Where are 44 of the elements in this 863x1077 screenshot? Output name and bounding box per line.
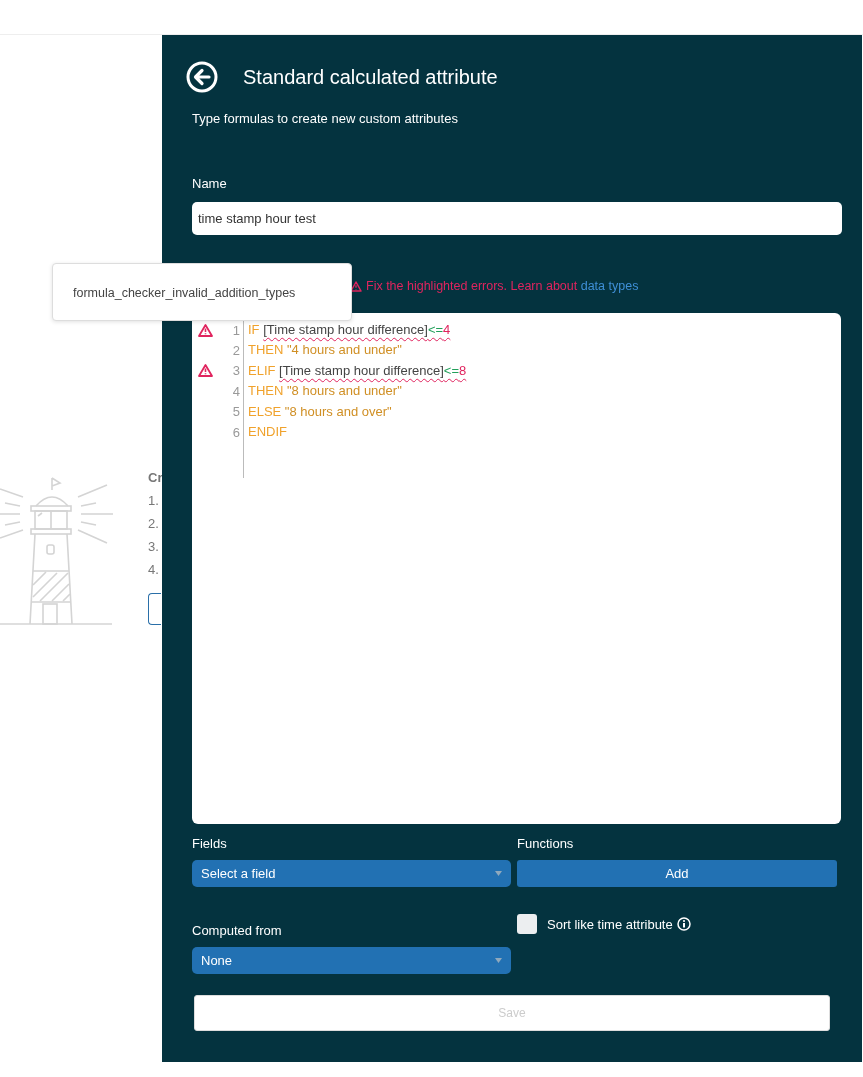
dropdown[interactable]: None [192,947,511,974]
info-icon[interactable] [676,917,691,931]
dropdown[interactable]: Select a field [192,860,511,887]
list-number: 3. [148,539,160,554]
code-token: "4 hours and under" [287,342,402,358]
name-field[interactable]: time stamp hour test [192,202,842,235]
caret-icon [495,958,502,963]
field-label: Name [192,176,228,191]
formula-editor[interactable]: 1 2 3 4 5 6 IF [Time stamp hour difference]<=4 THEN "4 hours and under" ELIF [Time stamp hour difference]<=8 THEN "8 hours and under" ELSE "8 hours and over" ENDIF [192,313,841,824]
line-number: 2 [232,343,241,359]
line-number: 6 [232,424,241,440]
caret-icon [495,871,502,876]
line-number: 5 [232,404,241,420]
outlined-button[interactable] [148,593,161,625]
line-number: 3 [232,363,241,379]
code-token: "8 hours and under" [287,383,402,399]
code-token: "8 hours and over" [284,403,392,419]
checkbox-label: Sort like time attribute [547,916,673,932]
panel-title: Standard calculated attribute [243,65,498,89]
checkbox[interactable] [517,914,537,934]
code-line: ELSE "8 hours and over" [248,402,393,421]
code-token: [Time stamp hour difference] [263,322,428,337]
data-types-link[interactable]: data types [580,279,639,293]
field-label: Fields [192,836,228,851]
field-label: Computed from [192,923,283,938]
code-token: [Time stamp hour difference] [279,362,444,378]
line-number: 4 [232,383,241,399]
warning-icon [350,280,362,292]
field-label: Functions [517,836,575,851]
error-message: Fix the highlighted errors. Learn about data types [366,279,639,293]
list-number: 2. [148,516,160,531]
add-button[interactable]: Add [517,860,837,887]
heading: Cr [148,470,163,485]
error-tooltip: formula_checker_invalid_addition_types [52,263,352,321]
list-number: 4. [148,562,160,577]
code-line: ENDIF [248,422,288,441]
panel-subtitle: Type formulas to create new custom attributes [192,111,459,126]
back-icon[interactable] [186,61,218,93]
list-number: 1. [148,493,160,508]
code-line: THEN "4 hours and under" [248,341,403,360]
line-number: 1 [232,322,241,338]
code-line: IF [Time stamp hour difference]<=4 [248,321,452,339]
code-line: ELIF [Time stamp hour difference]<=8 [248,361,467,380]
code-line: THEN "8 hours and under" [248,382,403,401]
